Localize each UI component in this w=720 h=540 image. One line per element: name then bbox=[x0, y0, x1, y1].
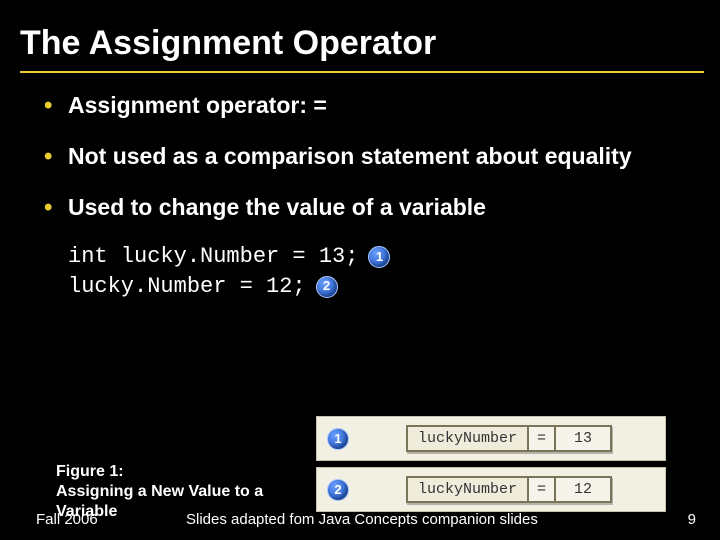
page-number: 9 bbox=[688, 511, 696, 528]
bullet-item: Not used as a comparison statement about… bbox=[44, 142, 704, 171]
step-badge-icon: 2 bbox=[316, 276, 338, 298]
step-badge-icon: 1 bbox=[368, 246, 390, 268]
equals-sign: = bbox=[529, 478, 556, 501]
step-badge-icon: 2 bbox=[327, 479, 349, 501]
code-line: int lucky.Number = 13; 1 bbox=[68, 243, 704, 271]
variable-box: luckyNumber = 13 bbox=[406, 425, 612, 452]
variable-value: 12 bbox=[556, 478, 610, 501]
figure-row: 1 luckyNumber = 13 bbox=[316, 416, 666, 461]
variable-value: 13 bbox=[556, 427, 610, 450]
footer-date: Fall 2006 bbox=[36, 511, 98, 528]
bullet-item: Assignment operator: = bbox=[44, 91, 704, 120]
code-text: lucky.Number = 12; bbox=[68, 273, 306, 301]
code-block: int lucky.Number = 13; 1 lucky.Number = … bbox=[68, 243, 704, 300]
figure-row: 2 luckyNumber = 12 bbox=[316, 467, 666, 512]
variable-box-wrap: luckyNumber = 13 bbox=[363, 425, 655, 452]
slide-title: The Assignment Operator bbox=[20, 24, 704, 73]
footer-attribution: Slides adapted fom Java Concepts compani… bbox=[186, 511, 636, 528]
code-line: lucky.Number = 12; 2 bbox=[68, 273, 704, 301]
bullet-item: Used to change the value of a variable bbox=[44, 193, 704, 222]
variable-box-wrap: luckyNumber = 12 bbox=[363, 476, 655, 503]
code-text: int lucky.Number = 13; bbox=[68, 243, 358, 271]
equals-sign: = bbox=[529, 427, 556, 450]
bullet-list: Assignment operator: = Not used as a com… bbox=[16, 91, 704, 221]
variable-name: luckyNumber bbox=[408, 478, 529, 501]
step-badge-icon: 1 bbox=[327, 428, 349, 450]
slide: The Assignment Operator Assignment opera… bbox=[0, 0, 720, 540]
variable-name: luckyNumber bbox=[408, 427, 529, 450]
figure-caption-line: Assigning a New Value to a bbox=[56, 482, 316, 502]
figure-caption-line: Figure 1: bbox=[56, 462, 316, 482]
variable-box: luckyNumber = 12 bbox=[406, 476, 612, 503]
figure-diagram: 1 luckyNumber = 13 2 luckyNumber = 12 bbox=[316, 416, 666, 512]
